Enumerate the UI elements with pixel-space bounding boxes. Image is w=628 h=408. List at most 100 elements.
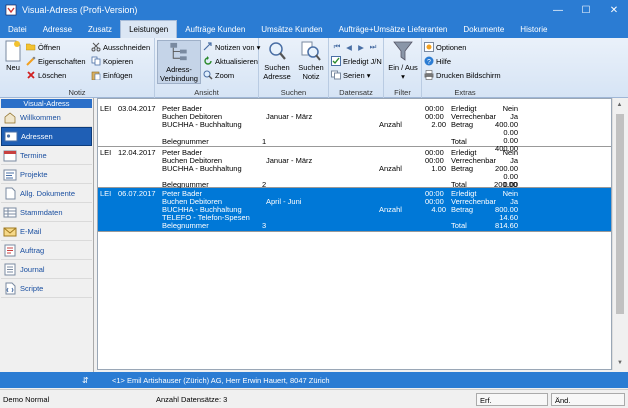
filter-toggle-button[interactable]: Ein / Aus ▾: [387, 40, 419, 81]
tab-leistungen[interactable]: Leistungen: [120, 20, 178, 38]
tab-umsaetze-kunden[interactable]: Umsätze Kunden: [253, 20, 330, 38]
list-item[interactable]: LEI 03.04.2017 Peter Bader Buchen Debito…: [98, 99, 611, 153]
filter-toggle-label: Ein / Aus: [388, 63, 418, 72]
sidebar-item-stammdaten[interactable]: Stammdaten: [1, 203, 92, 222]
open-button[interactable]: Öffnen: [26, 41, 60, 53]
pin-toggle-icon[interactable]: ⇵: [0, 376, 98, 385]
entry-period: April - Juni: [266, 197, 302, 206]
sidebar-item-journal[interactable]: Journal: [1, 260, 92, 279]
address-link-label: Adress- Verbindung: [160, 65, 198, 83]
ribbon-group-ansicht: Adress- Verbindung Notizen von ▾ Aktuali…: [155, 38, 260, 98]
entry-date: 03.04.2017: [118, 104, 156, 113]
help-button[interactable]: ? Hilfe: [424, 55, 451, 67]
options-button[interactable]: Optionen: [424, 41, 466, 53]
tab-zusatz[interactable]: Zusatz: [80, 20, 120, 38]
done-toggle-button[interactable]: Erledigt J/N: [331, 55, 382, 67]
ribbon-group-notiz: Neu Öffnen Eigenschaften Löschen Ausschn…: [0, 38, 155, 98]
title-bar: Visual-Adress (Profi-Version) — ☐ ✕: [0, 0, 628, 20]
scroll-down-icon[interactable]: ▼: [613, 356, 627, 370]
svg-text:?: ?: [427, 59, 431, 66]
minimize-button[interactable]: —: [544, 0, 572, 20]
entry-total-label: Total: [451, 137, 467, 146]
done-toggle-label: Erledigt J/N: [343, 56, 382, 66]
home-icon: [4, 112, 16, 123]
status-created: Erf.: [476, 393, 548, 406]
sidebar-item-allg-dokumente[interactable]: Allg. Dokumente: [1, 184, 92, 203]
close-button[interactable]: ✕: [600, 0, 628, 20]
folder-open-icon: [26, 43, 36, 51]
copy-button[interactable]: Kopieren: [91, 55, 133, 67]
zoom-label: Zoom: [215, 70, 235, 80]
entry-beleg: 1: [262, 137, 267, 146]
search-note-icon: [301, 41, 321, 61]
address-card-icon: [4, 131, 18, 142]
list-item[interactable]: LEI 12.04.2017 Peter Bader Buchen Debito…: [98, 147, 611, 189]
notes-from-dropdown[interactable]: Notizen von ▾: [203, 41, 260, 53]
group-label-suchen: Suchen: [280, 88, 307, 97]
last-record-icon[interactable]: ⏭: [367, 42, 379, 52]
ribbon-group-extras: Optionen ? Hilfe Drucken Bildschirm Extr…: [422, 38, 508, 98]
refresh-button[interactable]: Aktualisieren: [203, 55, 258, 67]
status-modified: Änd.: [551, 393, 625, 406]
entry-amount-label: Anzahl: [379, 164, 402, 173]
tab-datei[interactable]: Datei: [0, 20, 35, 38]
tab-dokumente[interactable]: Dokumente: [455, 20, 512, 38]
delete-label: Löschen: [38, 70, 67, 80]
list-item-selected[interactable]: LEI 06.07.2017 Peter Bader Buchen Debito…: [98, 188, 611, 232]
sidebar-item-willkommen[interactable]: Willkommen: [1, 108, 92, 127]
sidebar-item-label: Projekte: [20, 169, 48, 179]
search-note-button[interactable]: Suchen Notiz: [295, 40, 327, 81]
entry-type: LEI: [100, 148, 112, 157]
entry-beleg: 3: [262, 221, 267, 230]
tab-auftraege-umsaetze-lieferanten[interactable]: Aufträge+Umsätze Lieferanten: [331, 20, 456, 38]
entry-total-label: Total: [451, 221, 467, 230]
arrows-icon: [203, 42, 212, 51]
new-button[interactable]: Neu: [2, 40, 24, 72]
tab-auftraege-kunden[interactable]: Aufträge Kunden: [177, 20, 253, 38]
sidebar-item-projekte[interactable]: Projekte: [1, 165, 92, 184]
series-dropdown[interactable]: Serien ▾: [331, 69, 370, 81]
ribbon-group-datensatz: ⏮ ◀ ▶ ⏭ Erledigt J/N Serien ▾ Datensatz: [329, 38, 384, 98]
sidebar: Visual-Adress Willkommen Adressen Termin…: [0, 98, 94, 372]
entry-account: BUCHHA - Buchhaltung: [162, 164, 242, 173]
zoom-button[interactable]: Zoom: [203, 69, 234, 81]
vertical-scrollbar[interactable]: ▲ ▼: [612, 98, 626, 370]
tree-structure-icon: [170, 42, 187, 61]
paste-button[interactable]: Einfügen: [91, 69, 133, 81]
scroll-up-icon[interactable]: ▲: [613, 98, 626, 112]
sidebar-item-auftrag[interactable]: Auftrag: [1, 241, 92, 260]
sidebar-item-e-mail[interactable]: E-Mail: [1, 222, 92, 241]
entry-amount: 1.00: [431, 164, 446, 173]
sidebar-item-termine[interactable]: Termine: [1, 146, 92, 165]
next-record-icon[interactable]: ▶: [355, 43, 367, 52]
search-address-label: Suchen Adresse: [263, 63, 291, 81]
calendar-icon: [3, 150, 17, 161]
address-link-button[interactable]: Adress- Verbindung: [157, 40, 201, 84]
new-note-icon: [5, 40, 21, 62]
status-bar: Demo Normal Anzahl Datensätze: 3 Erf. Än…: [0, 389, 628, 408]
search-address-button[interactable]: Suchen Adresse: [261, 40, 293, 81]
current-address: <1> Emil Artishauser (Zürich) AG, Herr E…: [112, 375, 330, 385]
sidebar-item-scripte[interactable]: Scripte: [1, 279, 92, 298]
tab-adresse[interactable]: Adresse: [35, 20, 80, 38]
maximize-button[interactable]: ☐: [572, 0, 600, 20]
scroll-thumb[interactable]: [616, 114, 624, 314]
checkbox-icon: [331, 56, 341, 66]
refresh-icon: [204, 56, 212, 65]
print-screen-button[interactable]: Drucken Bildschirm: [424, 69, 501, 81]
first-record-icon[interactable]: ⏮: [331, 42, 343, 52]
search-address-icon: [269, 42, 286, 60]
group-label-ansicht: Ansicht: [194, 88, 219, 97]
delete-button[interactable]: Löschen: [26, 69, 66, 81]
cut-button[interactable]: Ausschneiden: [91, 41, 150, 53]
properties-button[interactable]: Eigenschaften: [26, 55, 86, 67]
sidebar-header: Visual-Adress: [1, 99, 92, 108]
tab-historie[interactable]: Historie: [512, 20, 555, 38]
order-icon: [4, 244, 16, 256]
previous-record-icon[interactable]: ◀: [343, 43, 355, 52]
chevron-down-icon: ▾: [401, 72, 405, 81]
envelope-icon: [3, 227, 17, 236]
entry-amount: 2.00: [431, 120, 446, 129]
window-title: Visual-Adress (Profi-Version): [22, 5, 138, 15]
sidebar-item-adressen[interactable]: Adressen: [1, 127, 92, 146]
